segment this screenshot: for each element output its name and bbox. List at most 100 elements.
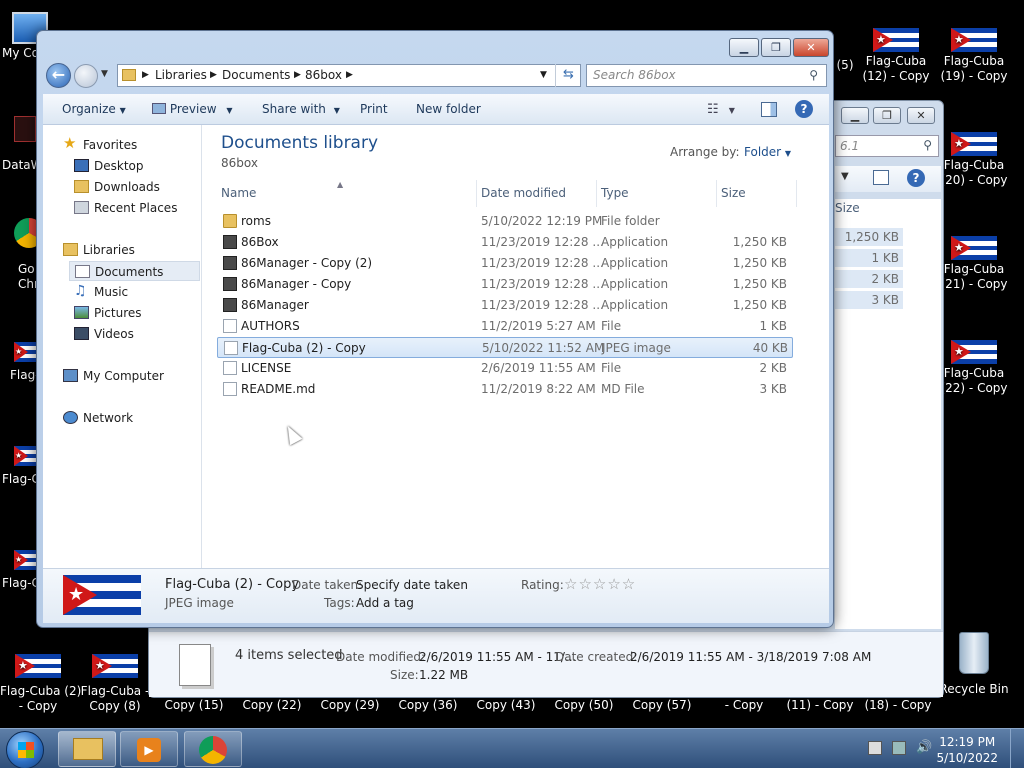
search-input[interactable]: Search 86box ⚲ bbox=[586, 64, 827, 87]
column-header-type[interactable]: Type bbox=[597, 180, 717, 207]
forward-button[interactable] bbox=[74, 64, 98, 88]
taskbar-media-player-button[interactable]: ▶ bbox=[120, 731, 178, 767]
nav-desktop[interactable]: Desktop bbox=[74, 156, 194, 176]
desktop-icon-11-copy[interactable]: (11) - Copy bbox=[782, 698, 858, 713]
file-row[interactable]: README.md 11/2/2019 8:22 AM MD File 3 KB bbox=[217, 379, 793, 400]
nav-label: Music bbox=[94, 285, 129, 299]
desktop-icon-copy-57[interactable]: Copy (57) bbox=[624, 698, 700, 713]
date-taken-value[interactable]: Specify date taken bbox=[356, 578, 468, 592]
desktop-icon-copy-50[interactable]: Copy (50) bbox=[546, 698, 622, 713]
print-button[interactable]: Print bbox=[360, 94, 388, 125]
chevron-down-icon: ▼ bbox=[226, 106, 233, 115]
file-row[interactable]: 86Box 11/23/2019 12:28 ... Application 1,25… bbox=[217, 232, 793, 253]
desktop-icon-label: - Copy bbox=[724, 698, 764, 712]
file-row[interactable]: roms 5/10/2022 12:19 PM File folder bbox=[217, 211, 793, 232]
column-header-size[interactable]: Size bbox=[835, 201, 907, 219]
column-header-size[interactable]: Size bbox=[717, 180, 797, 207]
file-type: File bbox=[601, 361, 622, 375]
back-button[interactable]: ← bbox=[46, 63, 71, 88]
desktop-icon-copy-36[interactable]: Copy (36) bbox=[390, 698, 466, 713]
nav-my-computer[interactable]: My Computer bbox=[63, 366, 193, 386]
desktop-icon-copy-43[interactable]: Copy (43) bbox=[468, 698, 544, 713]
desktop-icon-flag-21-copy[interactable]: ★ Flag-Cuba (21) - Copy bbox=[936, 236, 1012, 292]
close-button[interactable]: ✕ bbox=[793, 38, 829, 57]
taskbar: ▶ 🔊 12:19 PM 5/10/2022 bbox=[0, 728, 1024, 768]
date-modified-value: 2/6/2019 11:55 AM - 11/... bbox=[419, 650, 577, 664]
file-row[interactable]: 86Manager - Copy 11/23/2019 12:28 ... Appl… bbox=[217, 274, 793, 295]
nav-favorites[interactable]: ★ Favorites bbox=[63, 135, 193, 155]
flag-icon: ★ bbox=[951, 132, 997, 156]
preview-button[interactable]: Preview ▼ bbox=[152, 94, 233, 125]
nav-videos[interactable]: Videos bbox=[74, 324, 194, 344]
help-icon[interactable]: ? bbox=[907, 169, 925, 187]
desktop-icon-label: Copy (57) bbox=[632, 698, 692, 712]
breadcrumb-libraries[interactable]: Libraries bbox=[155, 65, 207, 86]
desktop-icon-flag-2-copy[interactable]: ★ Flag-Cuba (2) - Copy bbox=[0, 654, 81, 714]
clock[interactable]: 12:19 PM 5/10/2022 bbox=[936, 734, 998, 766]
help-button[interactable]: ? bbox=[795, 100, 813, 118]
taskbar-chrome-button[interactable] bbox=[184, 731, 242, 767]
dropdown-icon[interactable]: ▼ bbox=[841, 171, 849, 182]
arrange-by-dropdown[interactable]: Folder ▼ bbox=[744, 145, 791, 159]
file-row[interactable]: AUTHORS 11/2/2019 5:27 AM File 1 KB bbox=[217, 316, 793, 337]
desktop-icon-flag-12-copy[interactable]: ★ Flag-Cuba (12) - Copy bbox=[858, 28, 934, 84]
nav-documents[interactable]: Documents bbox=[69, 261, 200, 281]
preview-pane-button[interactable] bbox=[761, 102, 777, 117]
nav-downloads[interactable]: Downloads bbox=[74, 177, 194, 197]
share-with-button[interactable]: Share with ▼ bbox=[262, 94, 340, 125]
nav-recent-places[interactable]: Recent Places bbox=[74, 198, 194, 218]
close-button[interactable]: ✕ bbox=[907, 107, 935, 124]
organize-button[interactable]: Organize ▼ bbox=[62, 94, 126, 125]
file-row[interactable]: LICENSE 2/6/2019 11:55 AM File 2 KB bbox=[217, 358, 793, 379]
desktop-icon-18-copy[interactable]: (18) - Copy bbox=[860, 698, 936, 713]
action-center-icon[interactable] bbox=[868, 741, 882, 755]
nav-libraries[interactable]: Libraries bbox=[63, 240, 193, 260]
file-row[interactable]: 86Manager 11/23/2019 12:28 ... Application… bbox=[217, 295, 793, 316]
desktop-icon-flag-copy-8[interactable]: ★ Flag-Cuba - Copy (8) bbox=[77, 654, 153, 714]
show-desktop-button[interactable] bbox=[1010, 729, 1024, 768]
column-header-name[interactable]: Name ▲ bbox=[217, 180, 477, 207]
file-row[interactable]: 86Manager - Copy (2) 11/23/2019 12:28 ...… bbox=[217, 253, 793, 274]
nav-network[interactable]: Network bbox=[63, 408, 193, 428]
desktop-icon-copy[interactable]: - Copy bbox=[706, 698, 782, 713]
desktop-icon-flag-22-copy[interactable]: ★ Flag-Cuba (22) - Copy bbox=[936, 340, 1012, 396]
refresh-icon: ⇆ bbox=[563, 67, 574, 82]
preview-pane-icon[interactable] bbox=[873, 170, 889, 185]
address-bar[interactable]: ▶ Libraries ▶ Documents ▶ 86box ▶ ▼ bbox=[117, 64, 581, 87]
change-view-button[interactable]: ☷ ▼ bbox=[707, 94, 735, 125]
search-input[interactable]: 6.1 ⚲ bbox=[835, 135, 939, 157]
rating-stars[interactable]: ☆☆☆☆☆ bbox=[564, 575, 636, 593]
start-button[interactable] bbox=[6, 731, 44, 768]
minimize-button[interactable]: ▁ bbox=[841, 107, 869, 124]
desktop-icon-flag-19-copy[interactable]: ★ Flag-Cuba (19) - Copy bbox=[936, 28, 1012, 84]
desktop-icon-copy-22[interactable]: Copy (22) bbox=[234, 698, 310, 713]
maximize-button[interactable]: ❐ bbox=[873, 107, 901, 124]
breadcrumb-86box[interactable]: 86box bbox=[305, 65, 342, 86]
file-row-selected[interactable]: Flag-Cuba (2) - Copy 5/10/2022 11:52 AM JP… bbox=[217, 337, 793, 358]
desktop-icon-label: Copy (43) bbox=[476, 698, 536, 712]
file-date: 11/2/2019 8:22 AM bbox=[481, 382, 596, 396]
recent-places-icon bbox=[74, 201, 89, 214]
explorer-window[interactable]: ▁ ❐ ✕ ← ▼ ▶ Libraries ▶ Documents ▶ 86bo… bbox=[36, 30, 834, 628]
chevron-down-icon: ▼ bbox=[728, 106, 735, 115]
desktop-icon-copy-29[interactable]: Copy (29) bbox=[312, 698, 388, 713]
new-folder-button[interactable]: New folder bbox=[416, 94, 481, 125]
refresh-button[interactable]: ⇆ bbox=[555, 64, 581, 87]
taskbar-explorer-button[interactable] bbox=[58, 731, 116, 767]
organize-label: Organize bbox=[62, 102, 116, 116]
recent-pages-dropdown[interactable]: ▼ bbox=[101, 69, 108, 79]
desktop-icon-recycle-bin[interactable]: Recycle Bin bbox=[936, 632, 1012, 697]
nav-music[interactable]: ♫ Music bbox=[74, 282, 194, 302]
desktop-icon-flag-20-copy[interactable]: ★ Flag-Cuba (20) - Copy bbox=[936, 132, 1012, 188]
maximize-button[interactable]: ❐ bbox=[761, 38, 791, 57]
nav-pictures[interactable]: Pictures bbox=[74, 303, 194, 323]
network-icon[interactable] bbox=[892, 741, 906, 755]
desktop-icon-flag-5[interactable]: (5) bbox=[830, 58, 860, 73]
tags-value[interactable]: Add a tag bbox=[356, 596, 414, 610]
column-header-date-modified[interactable]: Date modified bbox=[477, 180, 597, 207]
desktop-icon-copy-15[interactable]: Copy (15) bbox=[156, 698, 232, 713]
breadcrumb-documents[interactable]: Documents bbox=[222, 65, 290, 86]
address-dropdown-icon[interactable]: ▼ bbox=[540, 65, 547, 86]
volume-icon[interactable]: 🔊 bbox=[916, 741, 932, 755]
minimize-button[interactable]: ▁ bbox=[729, 38, 759, 57]
